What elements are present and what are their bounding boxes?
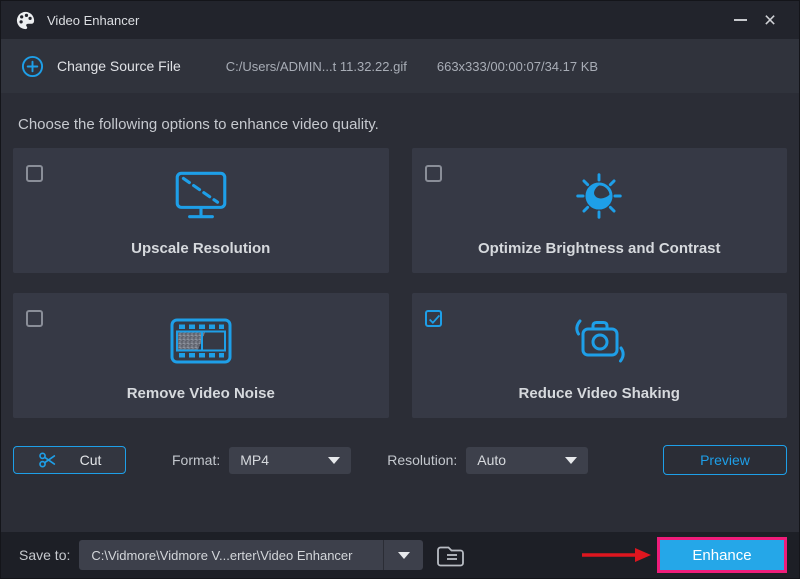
main-content: Choose the following options to enhance … xyxy=(1,93,799,532)
video-noise-icon xyxy=(169,310,233,372)
save-to-label: Save to: xyxy=(19,547,70,563)
video-enhancer-window: Video Enhancer × Change Source File C:/U… xyxy=(0,0,800,579)
option-card-reduce-video-shaking[interactable]: Reduce Video Shaking xyxy=(412,293,788,418)
minimize-button[interactable] xyxy=(725,7,755,33)
close-button[interactable]: × xyxy=(755,7,785,33)
open-folder-button[interactable] xyxy=(435,543,466,568)
window-title: Video Enhancer xyxy=(47,13,139,28)
option-label: Optimize Brightness and Contrast xyxy=(478,240,721,257)
change-source-file-button[interactable]: Change Source File xyxy=(21,55,181,78)
save-path-value: C:\Vidmore\Vidmore V...erter\Video Enhan… xyxy=(79,540,383,570)
plus-circle-icon xyxy=(21,55,44,78)
folder-icon xyxy=(435,543,466,568)
chevron-down-icon xyxy=(328,457,340,464)
brightness-contrast-icon xyxy=(570,165,628,227)
format-dropdown[interactable]: MP4 xyxy=(229,447,351,474)
enhance-annotation-box: Enhance xyxy=(657,537,787,573)
camera-shake-icon xyxy=(567,310,631,372)
cut-label: Cut xyxy=(80,452,102,468)
footer-bar: Save to: C:\Vidmore\Vidmore V...erter\Vi… xyxy=(1,532,799,578)
palette-icon xyxy=(15,10,36,31)
format-label: Format: xyxy=(172,452,220,468)
titlebar: Video Enhancer × xyxy=(1,1,799,39)
brightness-contrast-checkbox[interactable] xyxy=(425,165,442,182)
remove-video-noise-checkbox[interactable] xyxy=(26,310,43,327)
enhance-button[interactable]: Enhance xyxy=(660,540,784,570)
toolbar: Cut Format: MP4 Resolution: Auto Preview xyxy=(13,445,787,475)
upscale-resolution-checkbox[interactable] xyxy=(26,165,43,182)
chevron-down-icon xyxy=(398,552,410,559)
resolution-value: Auto xyxy=(477,452,506,468)
resolution-dropdown[interactable]: Auto xyxy=(466,447,588,474)
save-path-combobox[interactable]: C:\Vidmore\Vidmore V...erter\Video Enhan… xyxy=(79,540,423,570)
option-label: Remove Video Noise xyxy=(127,385,275,402)
save-path-dropdown-button[interactable] xyxy=(384,540,423,570)
change-source-file-label: Change Source File xyxy=(57,58,181,74)
option-card-upscale-resolution[interactable]: Upscale Resolution xyxy=(13,148,389,273)
red-arrow-annotation-icon xyxy=(580,547,652,563)
option-card-brightness-contrast[interactable]: Optimize Brightness and Contrast xyxy=(412,148,788,273)
preview-button[interactable]: Preview xyxy=(663,445,787,475)
scissors-icon xyxy=(38,450,58,470)
reduce-video-shaking-checkbox[interactable] xyxy=(425,310,442,327)
cut-button[interactable]: Cut xyxy=(13,446,126,474)
option-label: Upscale Resolution xyxy=(131,240,270,257)
resolution-label: Resolution: xyxy=(387,452,457,468)
upscale-resolution-icon xyxy=(170,165,232,227)
options-grid: Upscale Resolution xyxy=(13,148,787,418)
instruction-text: Choose the following options to enhance … xyxy=(13,93,787,133)
source-file-path: C:/Users/ADMIN...t 11.32.22.gif xyxy=(226,59,407,74)
option-card-remove-video-noise[interactable]: Remove Video Noise xyxy=(13,293,389,418)
chevron-down-icon xyxy=(565,457,577,464)
format-value: MP4 xyxy=(240,452,269,468)
source-bar: Change Source File C:/Users/ADMIN...t 11… xyxy=(1,39,799,93)
source-file-info: 663x333/00:00:07/34.17 KB xyxy=(437,59,598,74)
option-label: Reduce Video Shaking xyxy=(519,385,680,402)
